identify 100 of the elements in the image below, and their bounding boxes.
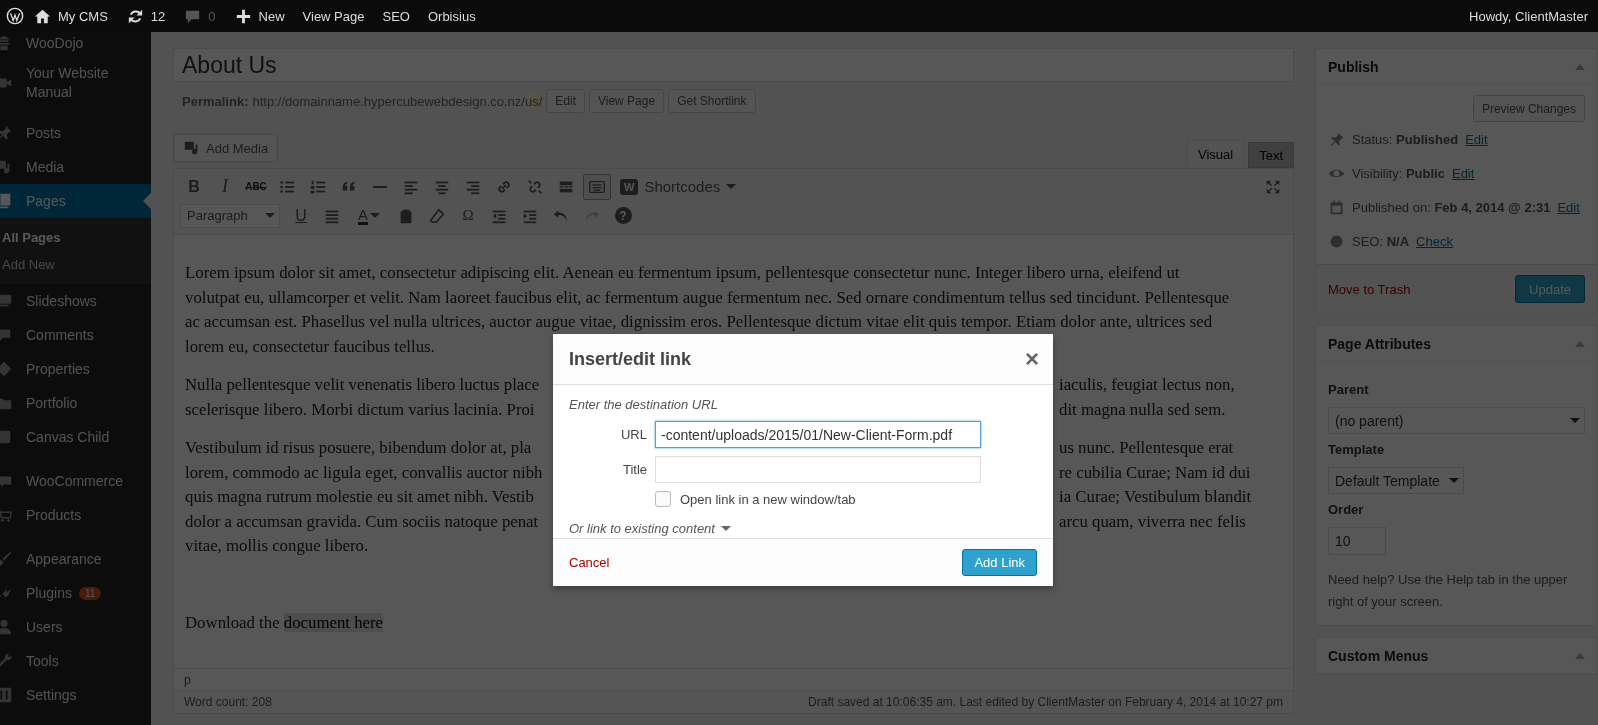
dialog-title: Insert/edit link xyxy=(569,348,692,370)
sidebar-item[interactable]: Portfolio xyxy=(0,386,151,420)
calendar-icon xyxy=(1328,198,1345,216)
sidebar-item[interactable]: Posts xyxy=(0,116,151,150)
collapse-icon xyxy=(1575,652,1585,659)
pin-icon xyxy=(1328,130,1345,148)
checkbox-label: Open link in a new window/tab xyxy=(680,491,856,507)
hint-text: Enter the destination URL xyxy=(569,397,719,412)
sidebar-item[interactable]: Tools xyxy=(0,644,151,678)
status-text: Visibility: Public xyxy=(1352,165,1445,181)
paragraph-text: us nunc. Pellentesque erat xyxy=(1059,438,1234,457)
collapse-icon xyxy=(1575,63,1585,70)
sidebar-item[interactable]: Slideshows xyxy=(0,284,151,318)
field-label: Title xyxy=(621,462,647,477)
toolbar-link[interactable]: View Page xyxy=(293,0,374,32)
toolbar-link[interactable]: SEO xyxy=(373,0,419,32)
eraser-icon xyxy=(428,206,446,225)
paragraph-text: re cubilia Curae; Nam id dui xyxy=(1059,462,1251,482)
count-badge: 11 xyxy=(78,586,102,600)
caret-icon xyxy=(1449,478,1459,483)
caret-icon xyxy=(1570,418,1580,423)
greeting-text[interactable]: Howdy, ClientMaster xyxy=(1469,8,1588,24)
paragraph-text: ac accumsan est. Phasellus vel nulla ultrices, auctor augue vitae, dignissim eros. Pellentesque dictum vitae elit quis tempor. Etiam dolor ante, ultrices sed xyxy=(185,312,1213,331)
caret-icon xyxy=(370,213,380,218)
paragraph-text: dolor a accumsan gravida. Cum sociis natoque penat xyxy=(185,511,539,531)
paragraph-text: volutpat eu, ullamcorper et velit. Nam laoreet faucibus elit, ac fermentum augue fermentum nec. Sed ornare condimentum tellus sed tincidunt. Pellentesque xyxy=(185,287,1230,307)
field-label: URL xyxy=(620,427,647,442)
keyboard-button[interactable] xyxy=(583,173,611,200)
sidebar-item[interactable]: Comments xyxy=(0,318,151,352)
field-label: Template xyxy=(1328,442,1386,457)
horizontal-line-icon xyxy=(373,185,387,188)
editor-tab[interactable]: Visual xyxy=(1186,140,1245,167)
existing-content-toggle[interactable]: Or link to existing content xyxy=(569,521,1037,536)
paragraph-text: dit magna nulla sed sem. xyxy=(1059,399,1226,419)
help-button[interactable]: ? xyxy=(614,207,632,224)
add-link-button[interactable]: Add Link xyxy=(962,549,1037,576)
panel-title: Custom Menus xyxy=(1328,647,1429,664)
collapse-icon xyxy=(1575,340,1585,347)
sidebar-item[interactable]: Settings xyxy=(0,678,151,712)
sidebar-item[interactable]: Appearance xyxy=(0,542,151,576)
editor-tab[interactable]: Text xyxy=(1248,142,1294,168)
toolbar-link[interactable]: My CMS xyxy=(24,0,117,32)
title-field[interactable]: About Us xyxy=(173,48,1294,82)
toolbar-link[interactable]: New xyxy=(224,0,294,32)
sidebar-item[interactable]: Properties xyxy=(0,352,151,386)
order-field[interactable]: 10 xyxy=(1328,527,1386,555)
pages-icon xyxy=(0,192,13,210)
logo-icon xyxy=(6,7,24,25)
element-path: p xyxy=(184,672,191,687)
input-field[interactable]: -content/uploads/2015/01/New-Client-Form.pdf xyxy=(655,421,981,448)
update-button[interactable]: Update xyxy=(1515,275,1585,303)
panel-title: Page Attributes xyxy=(1328,335,1431,352)
paragraph-text: ia Curae; Vestibulum blandit xyxy=(1059,487,1252,506)
paragraph-text: Nulla pellentesque velit venenatis libero luctus place xyxy=(185,375,540,394)
diamond-icon xyxy=(0,360,13,378)
sidebar-item[interactable]: Users xyxy=(0,610,151,644)
sidebar-item[interactable]: Canvas Child xyxy=(0,420,151,454)
format-select[interactable]: Paragraph xyxy=(180,203,280,228)
strikethrough-button[interactable]: ABC xyxy=(242,173,270,200)
sliders-icon xyxy=(0,686,13,704)
pin-icon xyxy=(0,124,13,142)
sidebar-item[interactable]: WooDojo xyxy=(0,32,151,60)
paragraph-text: Lorem ipsum dolor sit amet, consectetur adipiscing elit. Aenean eu fermentum ipsum, pellentesque consectetur nunc. Integer libero urna, eleifend ut xyxy=(185,263,1180,282)
checkbox[interactable] xyxy=(655,491,671,507)
close-button[interactable]: × xyxy=(1025,349,1039,369)
trash-link[interactable]: Move to Trash xyxy=(1328,281,1411,297)
paragraph-text: Vestibulum id risus posuere, bibendum dolor at, pla xyxy=(185,438,532,457)
sidebar-item[interactable]: Pages xyxy=(0,184,151,218)
paragraph-text: lorem eu, consectetur faucibus tellus. xyxy=(185,336,435,356)
field-label: Parent xyxy=(1328,382,1370,397)
paragraph-text: scelerisque libero. Morbi dictum varius lacinia. Proi xyxy=(185,399,535,419)
edit-link[interactable]: Edit xyxy=(1557,199,1580,215)
sidebar-item[interactable]: Media xyxy=(0,150,151,184)
toolbar-link[interactable]: 12 xyxy=(116,0,175,32)
edit-link[interactable]: Edit xyxy=(1451,165,1475,181)
cancel-link[interactable]: Cancel xyxy=(569,555,610,570)
status-text: Published on: Feb 4, 2014 @ 2:31 xyxy=(1352,199,1551,215)
edit-link[interactable]: Check xyxy=(1416,233,1453,249)
paragraph-text: vitae, mollis congue libero. xyxy=(185,536,369,555)
toolbar-link[interactable]: Orbisius xyxy=(418,0,485,32)
unlink-icon xyxy=(526,177,544,196)
submenu-item[interactable]: All Pages xyxy=(0,224,151,251)
toolbar-link[interactable]: 0 xyxy=(174,0,225,32)
sidebar-item[interactable]: WooCommerce xyxy=(0,464,151,498)
status-text: Status: Published xyxy=(1352,131,1459,147)
template-select[interactable]: Default Template xyxy=(1328,467,1464,494)
brush-icon xyxy=(0,550,13,568)
edit-link[interactable]: Edit xyxy=(1465,131,1488,147)
paragraph-text: Download the document here xyxy=(185,611,385,634)
panel-title: Publish xyxy=(1328,58,1379,75)
status-text: SEO: N/A xyxy=(1352,233,1410,249)
paragraph-text: lorem, commodo ac ligula eget, convallis auctor nibh xyxy=(185,462,543,482)
parent-select[interactable]: (no parent) xyxy=(1328,407,1585,434)
user-icon xyxy=(0,618,13,636)
paragraph-text: arcu quam, viverra nec felis xyxy=(1059,511,1246,531)
sidebar-item[interactable]: Your Website Manual xyxy=(0,60,151,106)
paragraph-text: quis magna rutrum molestie eu sit amet nibh. Vestib xyxy=(185,487,534,506)
input-field[interactable] xyxy=(655,456,981,483)
sidebar-item[interactable]: Products xyxy=(0,498,151,532)
sidebar-item[interactable]: Plugins 11 xyxy=(0,576,151,610)
